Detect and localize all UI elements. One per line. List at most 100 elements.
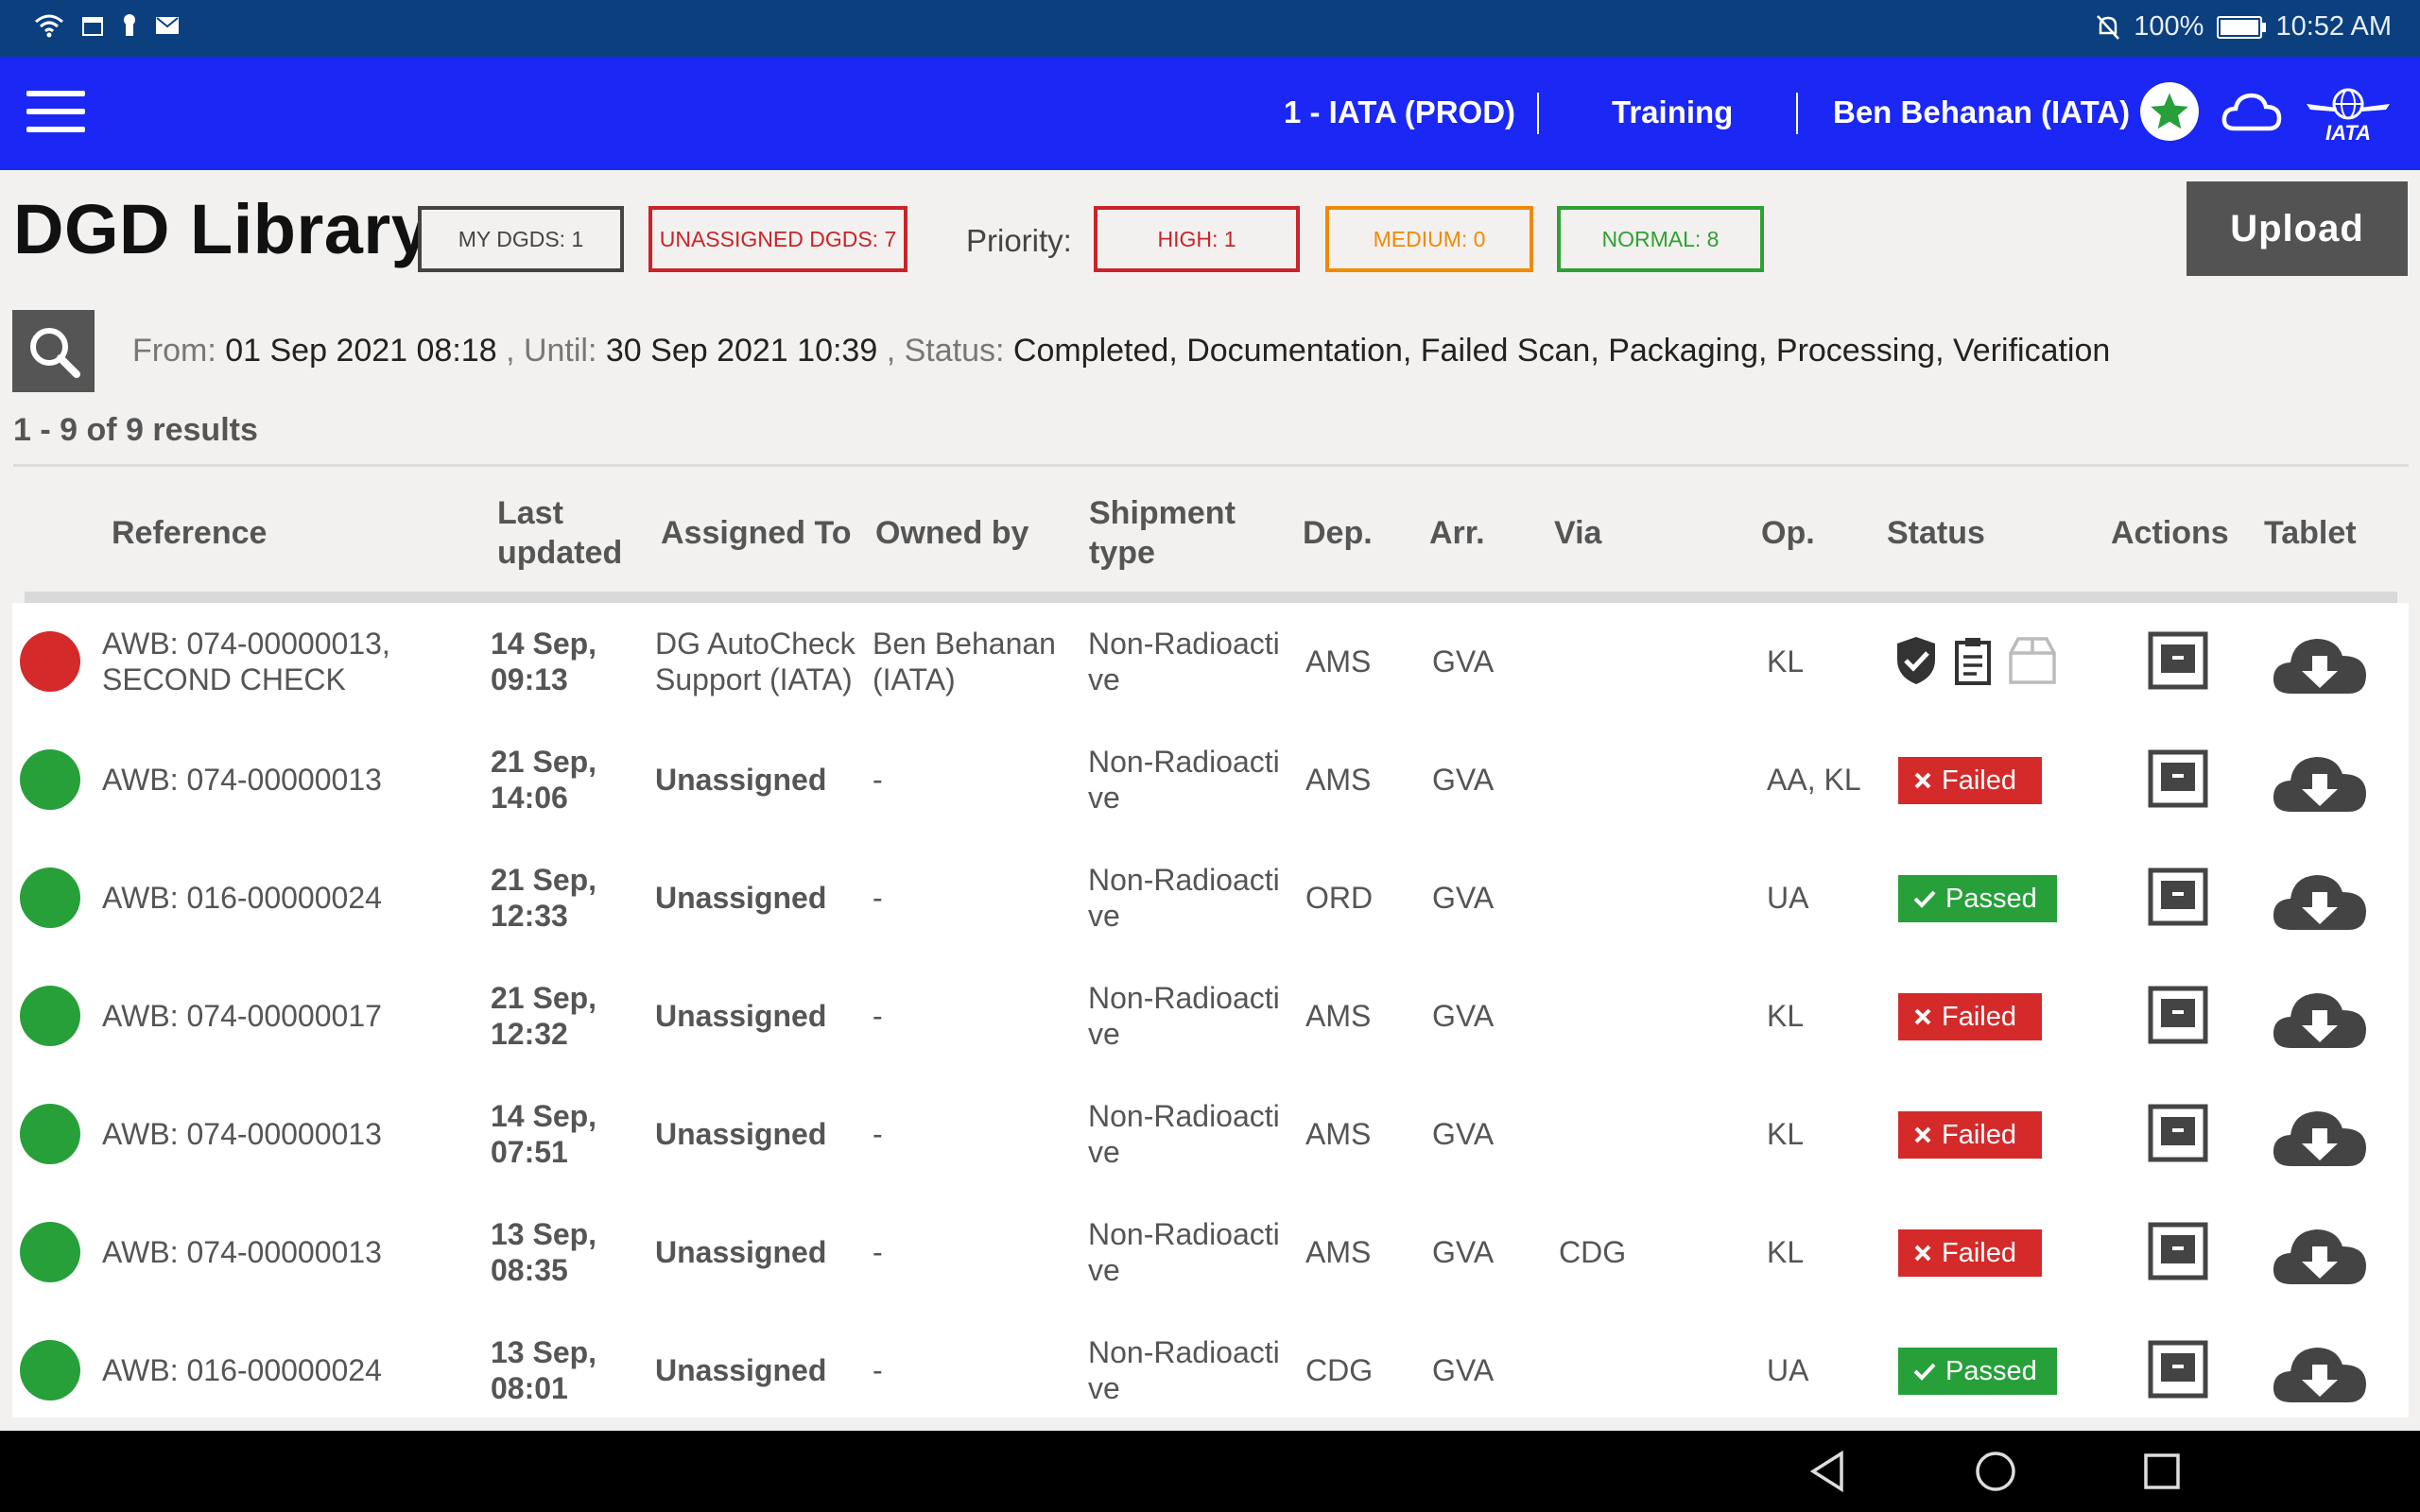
column-header-status[interactable]: Status <box>1887 513 1985 553</box>
reference-cell: AWB: 016-00000024 <box>102 1352 382 1388</box>
star-icon <box>2151 93 2188 129</box>
cloud-download-icon[interactable] <box>2271 982 2369 1050</box>
last-updated-cell: 21 Sep, 12:33 <box>491 862 596 934</box>
archive-icon[interactable] <box>2148 1340 2208 1399</box>
shipment-type-cell: Non-Radioacti ve <box>1088 626 1280 697</box>
owned-by-cell: - <box>873 1352 883 1388</box>
app-bar: 1 - IATA (PROD) Training Ben Behanan (IA… <box>0 57 2420 170</box>
dgd-table: AWB: 074-00000013, SECOND CHECK 14 Sep, … <box>12 603 2409 1418</box>
op-cell: UA <box>1767 1353 1809 1387</box>
column-header-last-updated[interactable]: Last updated <box>497 493 622 573</box>
shipment-line: Non-Radioacti <box>1088 863 1280 897</box>
shipment-line: Non-Radioacti <box>1088 745 1280 779</box>
cloud-download-icon[interactable] <box>2271 864 2369 932</box>
environment-selector[interactable]: 1 - IATA (PROD) <box>1284 94 1515 130</box>
check-icon <box>1913 890 1936 908</box>
my-dgds-filter[interactable]: MY DGDS: 1 <box>418 206 624 272</box>
dep-cell: AMS <box>1305 1117 1372 1151</box>
shipment-line: ve <box>1088 899 1120 933</box>
priority-normal-filter[interactable]: NORMAL: 8 <box>1557 206 1764 272</box>
shipment-type-cell: Non-Radioacti ve <box>1088 980 1280 1052</box>
arr-cell: GVA <box>1432 644 1495 679</box>
column-header-reference[interactable]: Reference <box>112 513 267 553</box>
back-triangle-icon[interactable] <box>1807 1450 1847 1493</box>
shipment-line: Non-Radioacti <box>1088 1217 1280 1251</box>
priority-high-filter[interactable]: HIGH: 1 <box>1094 206 1300 272</box>
reference-line: AWB: 074-00000013 <box>102 1235 382 1269</box>
header-line: type <box>1089 535 1155 571</box>
date-line: 21 Sep, <box>491 981 597 1015</box>
priority-medium-filter[interactable]: MEDIUM: 0 <box>1325 206 1533 272</box>
archive-icon[interactable] <box>2148 1222 2208 1280</box>
dep-cell: AMS <box>1305 999 1372 1033</box>
cloud-download-icon[interactable] <box>2271 1100 2369 1168</box>
header-line: Last <box>497 495 563 531</box>
archive-icon[interactable] <box>2148 1104 2208 1162</box>
assigned-line: Support (IATA) <box>655 662 853 696</box>
favorite-button[interactable] <box>2140 82 2199 141</box>
hamburger-icon[interactable] <box>26 91 85 136</box>
time-line: 08:35 <box>491 1253 568 1287</box>
owned-line: - <box>873 999 883 1033</box>
cloud-download-icon[interactable] <box>2271 627 2369 696</box>
user-menu[interactable]: Ben Behanan (IATA) <box>1833 94 2130 130</box>
column-header-op[interactable]: Op. <box>1761 513 1815 553</box>
owned-by-cell: Ben Behanan (IATA) <box>873 626 1056 697</box>
table-row[interactable]: AWB: 074-00000017 21 Sep, 12:32 Unassign… <box>12 957 2409 1075</box>
mail-icon <box>156 17 179 34</box>
calendar-icon <box>82 17 103 36</box>
assigned-line: Unassigned <box>655 999 827 1033</box>
date-line: 21 Sep, <box>491 863 597 897</box>
last-updated-cell: 13 Sep, 08:35 <box>491 1216 596 1288</box>
home-circle-icon[interactable] <box>1974 1450 2017 1493</box>
last-updated-cell: 21 Sep, 12:32 <box>491 980 596 1052</box>
table-row[interactable]: AWB: 074-00000013, SECOND CHECK 14 Sep, … <box>12 603 2409 721</box>
cloud-download-icon[interactable] <box>2271 746 2369 814</box>
owned-line: - <box>873 1235 883 1269</box>
training-mode-button[interactable]: Training <box>1612 94 1733 130</box>
cloud-icon[interactable] <box>2221 91 2282 132</box>
archive-icon[interactable] <box>2148 868 2208 926</box>
upload-button[interactable]: Upload <box>2187 181 2408 276</box>
table-row[interactable]: AWB: 074-00000013 14 Sep, 07:51 Unassign… <box>12 1075 2409 1194</box>
column-header-via[interactable]: Via <box>1554 513 1601 553</box>
time-line: 14:06 <box>491 781 568 815</box>
reference-line: AWB: 074-00000013 <box>102 763 382 797</box>
column-header-assigned-to[interactable]: Assigned To <box>661 513 852 553</box>
column-header-owned-by[interactable]: Owned by <box>875 513 1028 553</box>
status-text: Failed <box>1942 1119 2016 1150</box>
owned-by-cell: - <box>873 1116 883 1152</box>
search-button[interactable] <box>12 310 95 392</box>
assigned-line: Unassigned <box>655 881 827 915</box>
table-row[interactable]: AWB: 074-00000013 21 Sep, 14:06 Unassign… <box>12 721 2409 839</box>
table-row[interactable]: AWB: 016-00000024 21 Sep, 12:33 Unassign… <box>12 839 2409 957</box>
table-row[interactable]: AWB: 074-00000013 13 Sep, 08:35 Unassign… <box>12 1194 2409 1312</box>
keyhole-icon <box>124 14 135 36</box>
archive-icon[interactable] <box>2148 986 2208 1044</box>
priority-indicator <box>20 1222 80 1282</box>
dep-cell: AMS <box>1305 763 1372 797</box>
shipment-line: Non-Radioacti <box>1088 1335 1280 1369</box>
until-label: , Until: <box>506 333 597 369</box>
cloud-download-icon[interactable] <box>2271 1218 2369 1286</box>
reference-line: AWB: 016-00000024 <box>102 1353 382 1387</box>
divider <box>1796 93 1798 134</box>
archive-icon[interactable] <box>2148 631 2208 690</box>
from-label: From: <box>132 333 216 369</box>
table-row[interactable]: AWB: 016-00000024 13 Sep, 08:01 Unassign… <box>12 1312 2409 1418</box>
header-line: updated <box>497 535 623 571</box>
reference-cell: AWB: 074-00000013 <box>102 1234 382 1270</box>
shipment-line: ve <box>1088 662 1120 696</box>
recents-square-icon[interactable] <box>2142 1450 2182 1493</box>
status-right: 100% 10:52 AM <box>2096 11 2392 43</box>
column-header-arr[interactable]: Arr. <box>1429 513 1485 553</box>
assigned-line: DG AutoCheck <box>655 627 856 661</box>
column-header-shipment-type[interactable]: Shipment type <box>1089 493 1236 573</box>
column-header-dep[interactable]: Dep. <box>1303 513 1373 553</box>
archive-icon[interactable] <box>2148 749 2208 808</box>
arr-cell: GVA <box>1432 881 1495 915</box>
cloud-download-icon[interactable] <box>2271 1336 2369 1404</box>
unassigned-dgds-filter[interactable]: UNASSIGNED DGDS: 7 <box>648 206 908 272</box>
status-step-icons <box>1893 635 2058 686</box>
shipment-type-cell: Non-Radioacti ve <box>1088 862 1280 934</box>
